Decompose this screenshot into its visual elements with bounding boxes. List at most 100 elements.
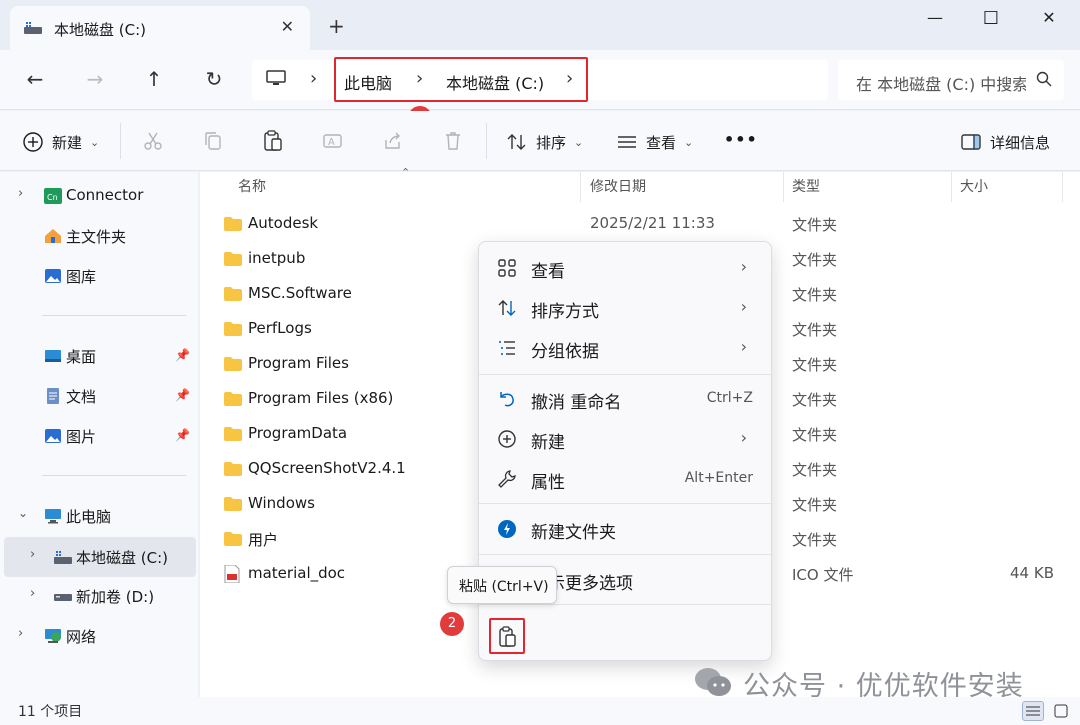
folder-icon xyxy=(224,497,242,511)
sidebar-item-label: 文档 xyxy=(66,388,97,406)
chevron-right-icon: › xyxy=(740,428,747,447)
sidebar-item-gallery[interactable]: 图库 xyxy=(0,258,196,294)
folder-icon xyxy=(224,462,242,476)
drive-icon xyxy=(54,594,72,601)
up-button[interactable]: ↑ xyxy=(139,64,169,94)
sidebar-item-this-pc[interactable]: ⌄ 此电脑 xyxy=(0,498,196,534)
plus-circle-icon xyxy=(23,132,43,152)
sidebar-item-pictures[interactable]: 图片 📌 xyxy=(0,418,196,454)
minimize-button[interactable]: — xyxy=(917,8,953,32)
more-options-button[interactable]: ••• xyxy=(724,130,758,149)
home-icon xyxy=(45,229,61,243)
collapse-icon[interactable]: ⌄ xyxy=(18,506,28,520)
view-button[interactable]: 查看 ⌄ xyxy=(616,129,693,155)
breadcrumb-separator: › xyxy=(310,68,318,89)
title-bar: 本地磁盘 (C:) ✕ + — ☐ ✕ xyxy=(0,0,1080,50)
tab-local-disk[interactable]: 本地磁盘 (C:) ✕ xyxy=(10,6,310,50)
sort-button[interactable]: 排序 ⌄ xyxy=(506,129,583,155)
sidebar-item-network[interactable]: › 网络 xyxy=(0,618,196,654)
sidebar-item-connector[interactable]: › Cn Connector xyxy=(0,178,196,214)
sidebar-item-local-disk-c[interactable]: › 本地磁盘 (C:) xyxy=(4,537,196,577)
copy-icon[interactable] xyxy=(202,130,224,152)
svg-text:Cn: Cn xyxy=(47,193,58,202)
column-header-type[interactable]: 类型 xyxy=(792,176,820,196)
details-pane-icon xyxy=(961,134,981,150)
menu-item-sort-by[interactable]: 排序方式 › xyxy=(485,288,767,328)
sidebar-item-label: 网络 xyxy=(66,628,97,646)
refresh-button[interactable]: ↻ xyxy=(199,64,229,94)
file-type: 文件夹 xyxy=(792,216,838,234)
new-button[interactable]: 新建 ⌄ xyxy=(22,129,99,155)
menu-item-undo-rename[interactable]: 撤消 重命名 Ctrl+Z xyxy=(485,379,767,419)
menu-divider xyxy=(479,374,771,375)
computer-icon xyxy=(266,70,286,85)
menu-item-label: 新建 xyxy=(531,433,565,453)
column-header-size[interactable]: 大小 xyxy=(960,176,988,196)
sidebar-item-desktop[interactable]: 桌面 📌 xyxy=(0,338,196,374)
details-pane-button[interactable]: 详细信息 xyxy=(960,129,1050,155)
navigation-pane: › Cn Connector 主文件夹 图库 桌面 📌 文档 📌 图片 📌 ⌄ … xyxy=(0,172,198,697)
file-type: 文件夹 xyxy=(792,251,838,269)
pin-icon: 📌 xyxy=(175,428,190,442)
watermark: 公众号 · 优优软件安装 xyxy=(693,662,1053,702)
tiles-view-button[interactable] xyxy=(1050,701,1072,721)
file-name: Program Files (x86) xyxy=(248,389,394,407)
delete-icon[interactable] xyxy=(442,130,464,152)
item-count: 11 个项目 xyxy=(18,704,83,720)
search-box[interactable]: 在 本地磁盘 (C:) 中搜索 xyxy=(838,60,1064,100)
forward-button[interactable]: → xyxy=(80,64,110,94)
sidebar-item-home[interactable]: 主文件夹 xyxy=(0,218,196,254)
file-type: 文件夹 xyxy=(792,356,838,374)
details-view-button[interactable] xyxy=(1022,701,1044,721)
rename-icon[interactable]: A xyxy=(322,130,344,152)
drive-icon xyxy=(24,22,42,34)
file-type: 文件夹 xyxy=(792,461,838,479)
menu-item-group-by[interactable]: 分组依据 › xyxy=(485,328,767,368)
tab-close-button[interactable]: ✕ xyxy=(281,17,294,36)
file-size: 44 KB xyxy=(1010,564,1054,582)
menu-item-label: 分组依据 xyxy=(531,342,599,362)
menu-item-properties[interactable]: 属性 Alt+Enter xyxy=(485,459,767,499)
menu-item-shortcut: Ctrl+Z xyxy=(706,390,753,406)
menu-item-label: 属性 xyxy=(531,473,565,493)
folder-icon xyxy=(224,322,242,336)
paste-icon[interactable] xyxy=(262,130,284,152)
menu-divider xyxy=(479,554,771,555)
chevron-right-icon: › xyxy=(740,337,747,356)
file-row[interactable]: Autodesk 2025/2/21 11:33 文件夹 xyxy=(200,207,1080,242)
column-divider xyxy=(1062,172,1063,202)
file-type: 文件夹 xyxy=(792,391,838,409)
file-name: QQScreenShotV2.4.1 xyxy=(248,459,406,477)
menu-item-new[interactable]: 新建 › xyxy=(485,419,767,459)
new-tab-button[interactable]: + xyxy=(328,16,345,36)
file-name: 用户 xyxy=(248,531,279,549)
network-icon xyxy=(45,629,61,643)
search-input[interactable]: 在 本地磁盘 (C:) 中搜索 xyxy=(856,71,1026,95)
close-window-button[interactable]: ✕ xyxy=(1031,8,1067,32)
chevron-right-icon: › xyxy=(740,257,747,276)
sort-icon xyxy=(498,300,516,316)
menu-item-label: 排序方式 xyxy=(531,302,599,322)
file-type: 文件夹 xyxy=(792,426,838,444)
cut-icon[interactable] xyxy=(142,130,164,152)
share-icon[interactable] xyxy=(382,130,404,152)
expand-icon[interactable]: › xyxy=(30,586,35,601)
sidebar-item-new-volume-d[interactable]: › 新加卷 (D:) xyxy=(0,578,196,614)
expand-icon[interactable]: › xyxy=(18,626,23,641)
back-button[interactable]: ← xyxy=(20,64,50,94)
expand-icon[interactable]: › xyxy=(18,186,23,201)
toolbar-divider xyxy=(486,123,487,159)
column-header-date[interactable]: 修改日期 xyxy=(590,176,646,196)
file-name: Program Files xyxy=(248,354,349,372)
column-header-name[interactable]: 名称 xyxy=(238,176,266,196)
chevron-down-icon: ⌄ xyxy=(90,135,100,149)
sidebar-item-documents[interactable]: 文档 📌 xyxy=(0,378,196,414)
expand-icon[interactable]: › xyxy=(30,547,35,562)
maximize-button[interactable]: ☐ xyxy=(973,8,1009,32)
paste-button[interactable] xyxy=(489,618,525,654)
menu-item-view[interactable]: 查看 › xyxy=(485,248,767,288)
menu-item-new-folder[interactable]: 新建文件夹 xyxy=(485,509,767,549)
folder-icon xyxy=(224,357,242,371)
file-name: material_doc xyxy=(248,564,346,582)
tiles-view-icon xyxy=(1054,704,1068,718)
